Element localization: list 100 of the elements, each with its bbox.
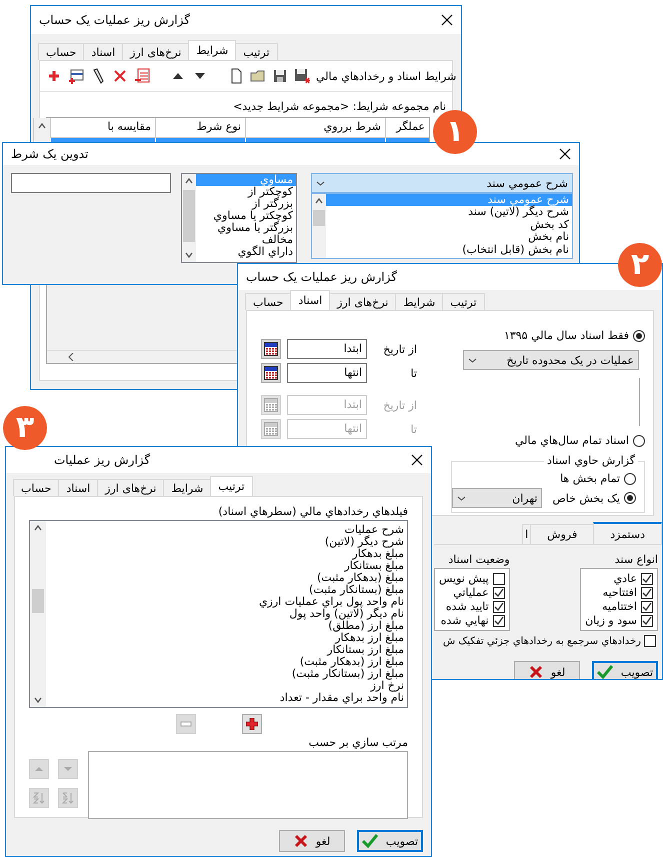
tab[interactable]: ا [522,524,532,544]
tab[interactable]: نرخ‌های ارز [97,479,164,496]
folder-icon[interactable] [250,68,266,84]
list-item[interactable]: مبلغ ارز بدهکار [46,632,407,644]
radio-button[interactable] [624,492,636,504]
fields-list[interactable] [29,520,408,708]
close-icon[interactable] [559,148,571,160]
tab[interactable]: دستمزد [593,522,662,544]
tab[interactable]: اسناد [290,290,330,310]
cancel-button[interactable]: لغو [279,830,345,852]
field-dropdown[interactable]: شرح عمومي سند [311,173,573,193]
list-item[interactable]: نام واحد پول براي عملیات ارزي [46,596,407,608]
list-item[interactable]: مبلغ ارز (مطلق) [46,620,407,632]
tab[interactable]: حساب [13,479,60,496]
list-item[interactable]: مبلغ ارز (بدهکار مثبت) [46,656,407,668]
scroll-up-icon[interactable] [38,122,46,130]
plus-icon[interactable] [46,68,62,84]
tab[interactable]: نرخ‌های ارز [122,43,190,60]
column-header[interactable]: شرط برروي [245,118,385,138]
checkbox[interactable] [644,635,656,647]
list-item[interactable]: کوچکتر از [196,186,296,198]
close-icon[interactable] [441,14,453,26]
tab[interactable]: نرخ‌های ارز [329,293,396,310]
tab[interactable]: حساب [38,43,84,60]
dropdown-option[interactable]: کد بخش [326,218,572,232]
column-header[interactable]: مقایسه با [50,118,155,138]
checkbox[interactable] [641,572,653,584]
checkbox[interactable] [641,614,653,626]
list-item[interactable]: نام واحد براي مقدار - تعداد [46,692,407,704]
list-item[interactable]: شرح عملیات [46,524,407,536]
save-as-icon[interactable] [294,68,310,84]
step-badge: ۳ [3,406,47,450]
radio-button[interactable] [633,330,645,342]
radio-button[interactable] [633,434,645,446]
scroll-left-icon[interactable] [67,353,75,361]
tab[interactable]: شرایط [188,40,236,60]
tab[interactable]: شرایط [163,479,212,496]
tab[interactable]: ترتیب [235,43,278,60]
list-item[interactable]: بزرگتر یا مساوي [196,222,296,234]
add-row-icon[interactable] [68,68,84,84]
approve-button[interactable]: تصویب [357,830,423,852]
scroll-thumb[interactable] [313,210,325,226]
cancel-button[interactable]: لغو [514,661,580,679]
list-item[interactable]: کوچکتر یا مساوي [196,210,296,222]
dropdown-option[interactable]: نام بخش [326,231,572,244]
checkbox[interactable] [641,600,653,612]
radio-label: تمام بخش ها [560,472,620,485]
save-icon[interactable] [272,68,288,84]
radio-button[interactable] [624,472,636,484]
list-item[interactable]: مبلغ (بدهکار مثبت) [46,572,407,584]
operator-list[interactable]: مساوي کوچکتر از بزرگتر از کوچکتر یا مساوي بزرگتر یا مساوي مخالف داراي الگوي [181,173,297,263]
list-item[interactable]: مبلغ ارز (بستانکار مثبت) [46,668,407,680]
list-item[interactable]: مبلغ ارز بستانکار [46,644,407,656]
list-item[interactable]: مخالف [196,234,296,246]
scroll-down-icon[interactable] [34,696,42,704]
caret-icon [457,494,466,502]
checkbox[interactable] [492,572,505,584]
delete-icon[interactable] [112,68,128,84]
list-item[interactable]: شرح دیگر (لاتین) [46,536,407,548]
range-dropdown[interactable]: عملیات در یک محدوده تاریخ [463,350,639,370]
list-item[interactable]: نام دیگر (لاتین) واحد پول [46,608,407,620]
scroll-up-icon[interactable] [315,197,323,205]
scroll-up-icon[interactable] [34,524,42,532]
dropdown-option[interactable]: شرح دیگر (لاتین) سند [326,206,572,219]
close-icon[interactable] [411,454,423,466]
checkbox[interactable] [492,586,505,598]
list-item[interactable]: بزرگتر از [196,198,296,210]
add-button[interactable] [242,714,262,734]
tab[interactable]: شرایط [395,293,444,310]
delete-row-icon[interactable] [134,68,150,84]
scroll-thumb[interactable] [32,589,44,613]
list-item[interactable]: نرخ ارز [46,680,407,692]
value-field[interactable] [11,173,171,193]
step-badge: ۲ [618,243,662,287]
column-header[interactable]: نوع شرط [155,118,245,138]
tab[interactable]: ترتیب [442,293,485,310]
approve-button[interactable]: تصویب [592,661,658,679]
checkbox[interactable] [492,600,505,612]
tab[interactable]: ترتیب [210,476,253,496]
checkbox-label: نهایي شده [440,614,489,627]
scroll-thumb[interactable] [183,190,195,242]
column-header[interactable]: عملگر [385,118,429,138]
tab[interactable]: فروش [530,524,594,544]
date-field[interactable]: ابتدا [287,339,367,359]
checkbox[interactable] [641,586,653,598]
calendar-button[interactable] [261,339,281,359]
scroll-up-icon[interactable] [185,177,193,185]
date-field[interactable]: انتها [287,363,367,383]
list-item[interactable]: مبلغ بدهکار [46,548,407,560]
dropdown-option[interactable]: نام بخش (قابل انتخاب) [326,244,572,256]
check-icon [596,664,613,679]
list-item[interactable]: مبلغ بستانکار [46,560,407,572]
section-dropdown[interactable]: تهران [452,488,542,508]
list-item[interactable]: داراي الگوي [196,246,296,258]
fields-label: فیلدهاي رخدادهاي مالي (سطرهاي اسناد) [218,505,408,518]
calendar-button[interactable] [261,363,281,383]
tab[interactable]: حساب [245,293,292,310]
scroll-down-icon[interactable] [185,251,193,259]
checkbox[interactable] [492,614,505,626]
list-item[interactable]: مبلغ (بستانکار مثبت) [46,584,407,596]
